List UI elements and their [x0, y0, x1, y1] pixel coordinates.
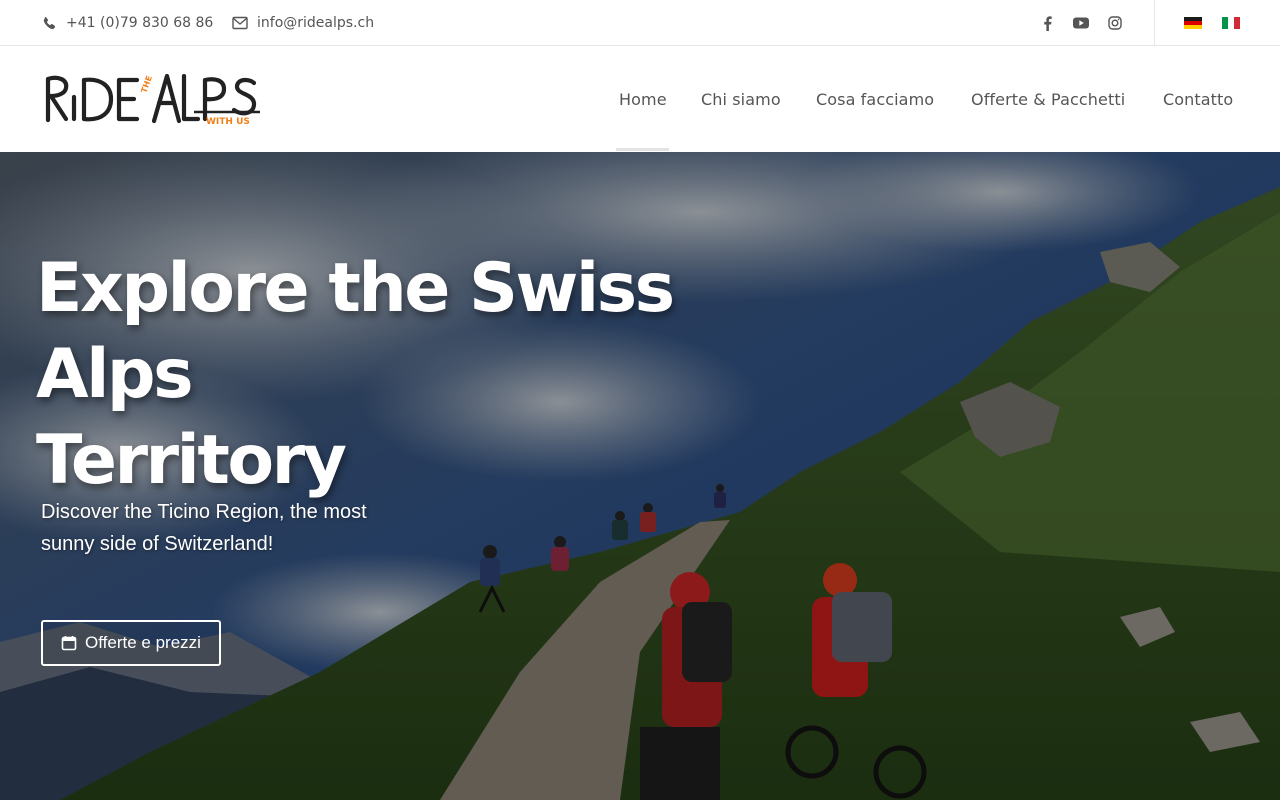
youtube-icon[interactable] — [1073, 15, 1089, 31]
nav-cosa-facciamo[interactable]: Cosa facciamo — [816, 90, 934, 109]
nav-home[interactable]: Home — [619, 90, 667, 109]
phone-icon — [40, 14, 58, 32]
hero-title-line2: Territory — [36, 421, 347, 500]
nav-contatto[interactable]: Contatto — [1163, 90, 1233, 109]
nav-chi-siamo[interactable]: Chi siamo — [701, 90, 781, 109]
offers-prices-label: Offerte e prezzi — [85, 633, 201, 652]
main-header: THE WITH US Home Chi siamo Cosa facciamo… — [0, 47, 1280, 152]
instagram-icon[interactable] — [1107, 15, 1123, 31]
nav-offerte-pacchetti[interactable]: Offerte & Pacchetti — [971, 90, 1125, 109]
phone-contact[interactable]: +41 (0)79 830 68 86 — [40, 0, 213, 46]
nav-active-indicator — [616, 148, 669, 151]
logo-accent-top: THE — [139, 75, 153, 95]
hero-title-line1: Explore the Swiss Alps — [36, 249, 675, 414]
italian-flag-icon[interactable] — [1222, 17, 1240, 29]
site-logo[interactable]: THE WITH US — [44, 71, 262, 131]
top-bar: +41 (0)79 830 68 86 info@ridealps.ch — [0, 0, 1280, 46]
divider — [1154, 0, 1155, 46]
social-links — [1039, 0, 1123, 46]
envelope-icon — [231, 14, 249, 32]
email-address[interactable]: info@ridealps.ch — [257, 15, 374, 31]
hero-subtitle-line2: sunny side of Switzerland! — [41, 533, 274, 555]
facebook-icon[interactable] — [1039, 15, 1055, 31]
german-flag-icon[interactable] — [1184, 17, 1202, 29]
email-contact[interactable]: info@ridealps.ch — [231, 0, 374, 46]
logo-accent-bottom: WITH US — [206, 117, 250, 127]
calendar-icon — [61, 635, 77, 651]
phone-number[interactable]: +41 (0)79 830 68 86 — [66, 15, 213, 31]
hero-subtitle: Discover the Ticino Region, the most sun… — [41, 496, 441, 560]
offers-prices-button[interactable]: Offerte e prezzi — [41, 620, 221, 666]
hero-subtitle-line1: Discover the Ticino Region, the most — [41, 501, 367, 523]
hero-section: Explore the Swiss Alps Territory Discove… — [0, 152, 1280, 800]
hero-title: Explore the Swiss Alps Territory — [36, 246, 836, 504]
